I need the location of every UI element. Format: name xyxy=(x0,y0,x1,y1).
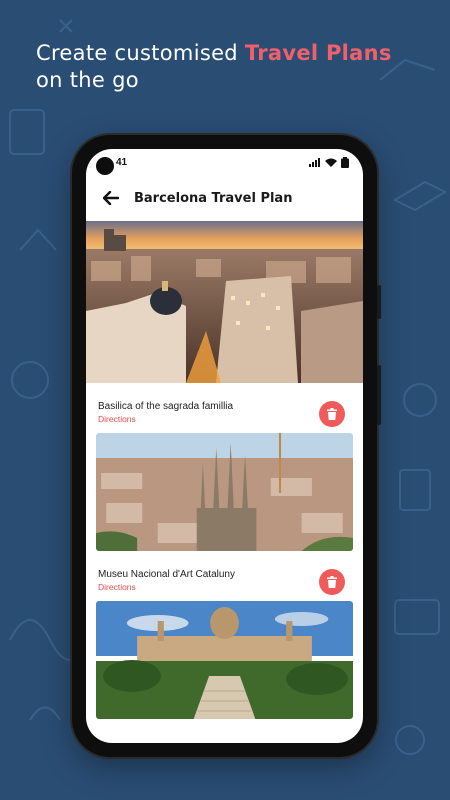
museu-nacional-photo xyxy=(96,601,353,719)
directions-link[interactable]: Directions xyxy=(98,413,233,425)
hero-city-image xyxy=(86,221,363,383)
plan-card[interactable]: Basilica of the sagrada famillia Directi… xyxy=(96,383,353,551)
directions-link[interactable]: Directions xyxy=(98,581,235,593)
app-screen: 41 Barcelona Travel Plan Basilica of the… xyxy=(86,149,363,743)
plan-info: Museu Nacional d'Art Cataluny Directions xyxy=(98,569,235,593)
delete-button[interactable] xyxy=(319,569,345,595)
delete-button[interactable] xyxy=(319,401,345,427)
plan-name: Museu Nacional d'Art Cataluny xyxy=(98,569,235,580)
headline-text: Create customised xyxy=(36,41,245,65)
plan-header: Museu Nacional d'Art Cataluny Directions xyxy=(96,569,353,601)
signal-icon xyxy=(309,157,320,167)
plan-name: Basilica of the sagrada famillia xyxy=(98,401,234,412)
plan-card[interactable]: Museu Nacional d'Art Cataluny Directions xyxy=(96,551,353,719)
plan-header: Basilica of the sagrada famillia Directi… xyxy=(96,401,353,433)
trash-icon xyxy=(327,576,337,588)
status-bar: 41 xyxy=(86,149,363,175)
trash-icon xyxy=(327,408,337,420)
plan-list: Basilica of the sagrada famillia Directi… xyxy=(86,383,363,719)
headline-line2: on the go xyxy=(36,68,139,92)
wifi-icon xyxy=(325,158,337,167)
arrow-left-icon xyxy=(103,191,119,205)
battery-icon xyxy=(341,156,349,168)
sagrada-familia-photo xyxy=(96,433,353,551)
status-time: 41 xyxy=(116,156,128,168)
headline: Create customised Travel Plans on the go xyxy=(36,40,392,94)
volume-button xyxy=(377,365,381,425)
back-button[interactable] xyxy=(98,185,124,211)
power-button xyxy=(377,285,381,319)
front-camera xyxy=(96,157,114,175)
phone-frame: 41 Barcelona Travel Plan Basilica of the… xyxy=(72,135,381,757)
headline-accent: Travel Plans xyxy=(244,41,392,65)
plan-info: Basilica of the sagrada famillia Directi… xyxy=(98,401,233,425)
page-title: Barcelona Travel Plan xyxy=(134,190,293,206)
app-bar: Barcelona Travel Plan xyxy=(86,175,363,221)
status-icons xyxy=(309,156,349,168)
